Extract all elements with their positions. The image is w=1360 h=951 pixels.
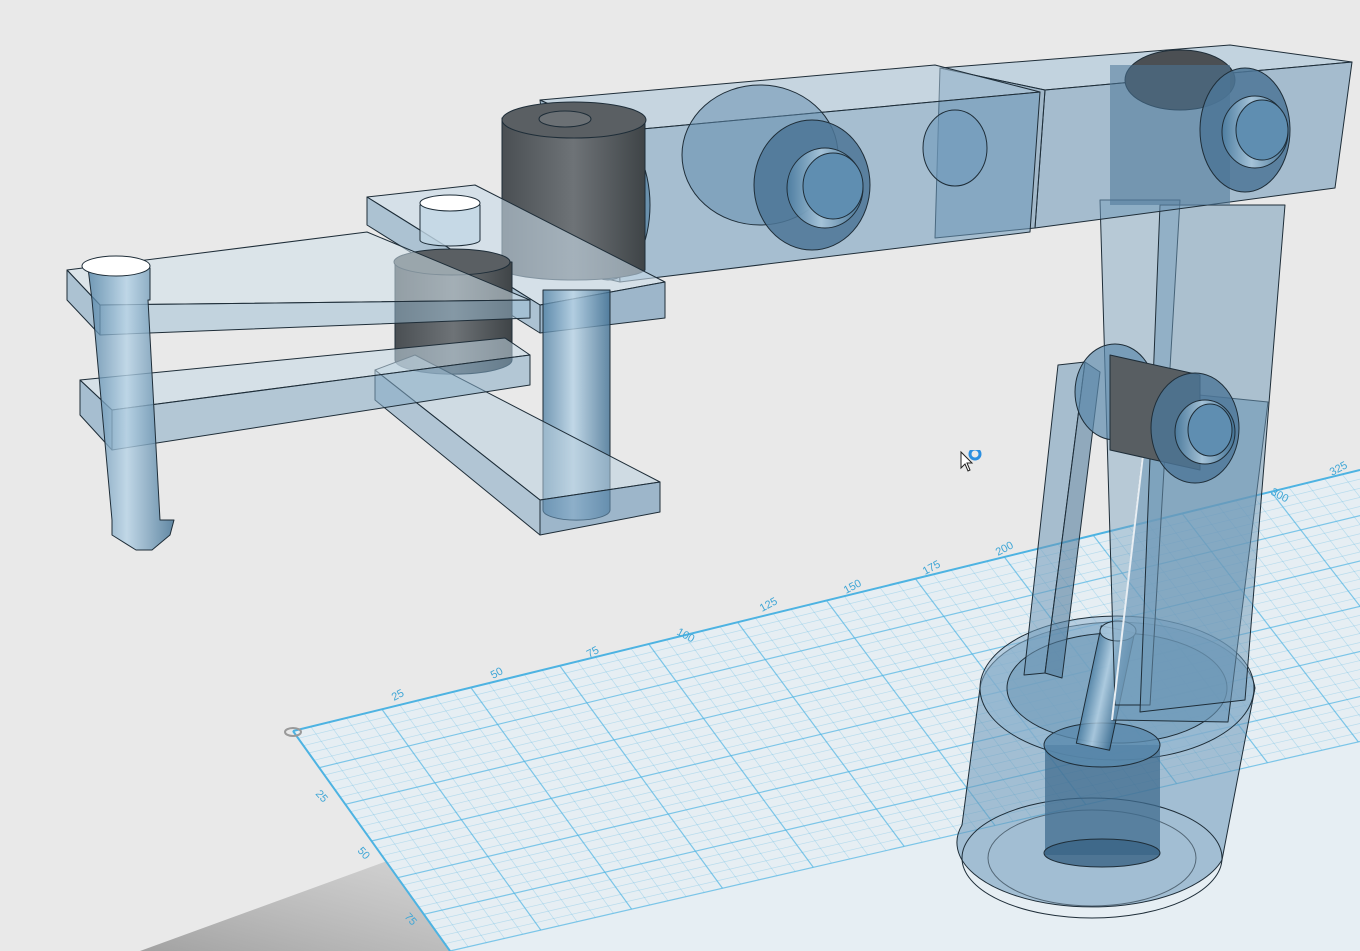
- 3d-viewport[interactable]: 25 50 75 100 125 150 175 200 300 325 25 …: [0, 0, 1360, 951]
- workplane-scene[interactable]: 25 50 75 100 125 150 175 200 300 325 25 …: [0, 0, 1360, 951]
- arrow-cursor-with-busy-indicator-icon: [958, 450, 984, 476]
